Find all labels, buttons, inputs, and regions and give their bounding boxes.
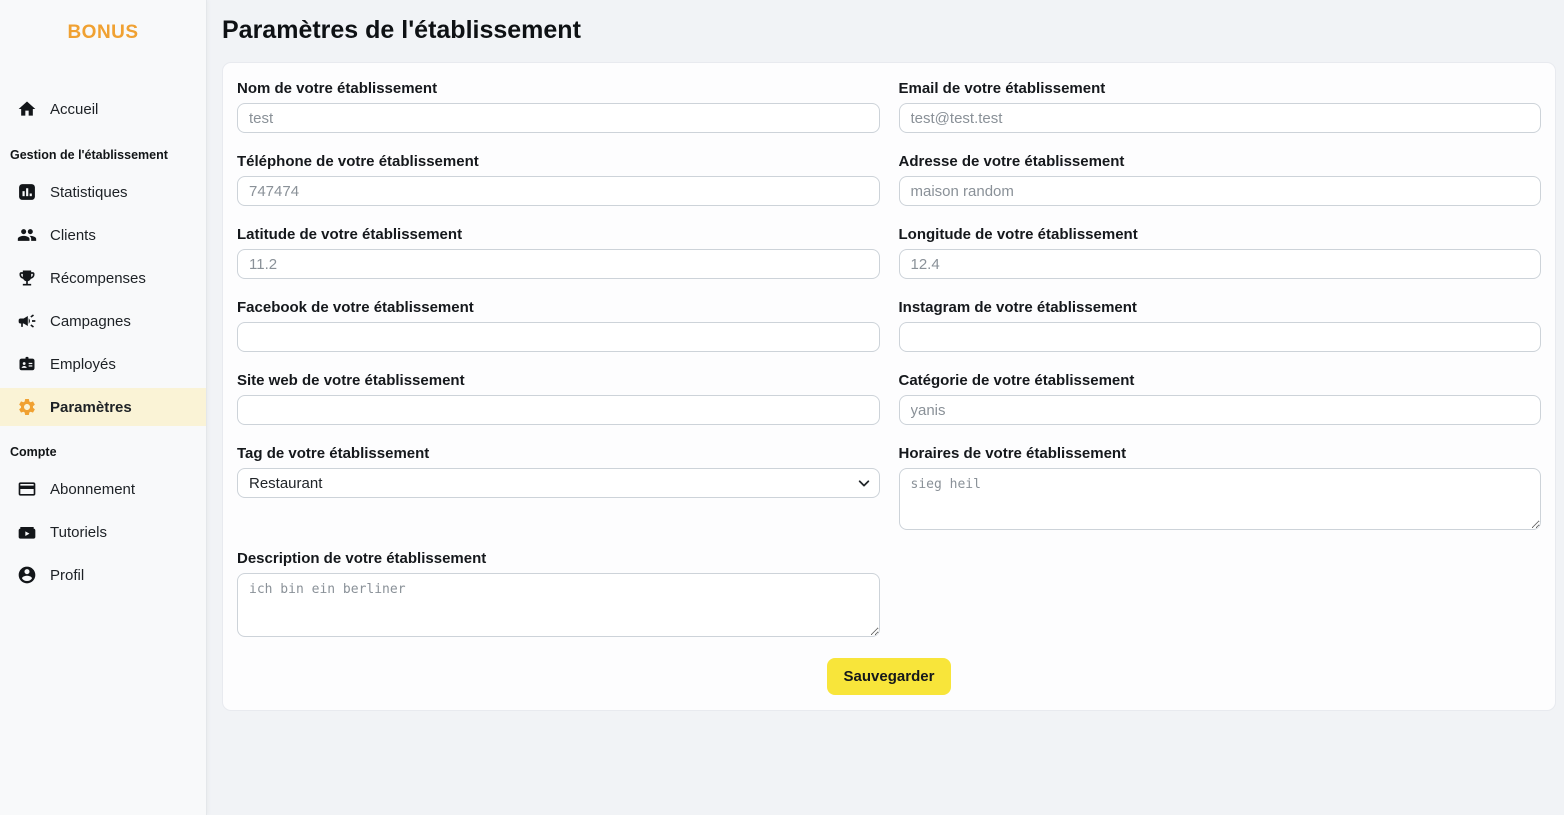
field-longitude: Longitude de votre établissement [899,226,1542,279]
facebook-label: Facebook de votre établissement [237,299,880,316]
description-label: Description de votre établissement [237,550,880,567]
sidebar-item-label: Statistiques [50,184,128,201]
sidebar-item-label: Abonnement [50,481,135,498]
latitude-input[interactable] [237,249,880,279]
megaphone-icon [17,311,37,331]
instagram-input[interactable] [899,322,1542,352]
hours-textarea[interactable] [899,468,1542,530]
sidebar-item-parametres[interactable]: Paramètres [0,388,206,426]
tag-label: Tag de votre établissement [237,445,880,462]
name-input[interactable] [237,103,880,133]
latitude-label: Latitude de votre établissement [237,226,880,243]
main-content: Paramètres de l'établissement Nom de vot… [207,0,1564,815]
establishment-settings-form: Nom de votre établissement Email de votr… [237,80,1541,695]
sidebar-item-label: Employés [50,356,116,373]
description-textarea[interactable] [237,573,880,637]
sidebar-item-statistiques[interactable]: Statistiques [0,173,206,211]
trophy-icon [17,268,37,288]
sidebar-item-label: Récompenses [50,270,146,287]
website-input[interactable] [237,395,880,425]
sidebar: BONUS Accueil Gestion de l'établissement… [0,0,207,815]
field-instagram: Instagram de votre établissement [899,299,1542,352]
facebook-input[interactable] [237,322,880,352]
email-input[interactable] [899,103,1542,133]
sidebar-item-abonnement[interactable]: Abonnement [0,470,206,508]
sidebar-item-label: Clients [50,227,96,244]
field-tag: Tag de votre établissement Restaurant [237,445,880,530]
credit-card-icon [17,479,37,499]
sidebar-item-label: Tutoriels [50,524,107,541]
longitude-input[interactable] [899,249,1542,279]
sidebar-item-label: Campagnes [50,313,131,330]
sidebar-item-tutoriels[interactable]: Tutoriels [0,513,206,551]
category-label: Catégorie de votre établissement [899,372,1542,389]
hours-label: Horaires de votre établissement [899,445,1542,462]
sidebar-item-label: Accueil [50,101,98,118]
sidebar-item-label: Paramètres [50,399,132,416]
field-latitude: Latitude de votre établissement [237,226,880,279]
bar-chart-icon [17,182,37,202]
sidebar-item-employes[interactable]: Employés [0,345,206,383]
save-button[interactable]: Sauvegarder [827,658,952,695]
sidebar-item-profil[interactable]: Profil [0,556,206,594]
tag-select[interactable]: Restaurant [237,468,880,498]
longitude-label: Longitude de votre établissement [899,226,1542,243]
category-input[interactable] [899,395,1542,425]
field-description: Description de votre établissement [237,550,880,637]
field-facebook: Facebook de votre établissement [237,299,880,352]
sidebar-section-compte: Compte [0,439,206,465]
field-phone: Téléphone de votre établissement [237,153,880,206]
sidebar-item-clients[interactable]: Clients [0,216,206,254]
gear-icon [17,397,37,417]
brand-logo: BONUS [0,14,206,54]
sidebar-nav: Accueil Gestion de l'établissement Stati… [0,90,206,594]
field-name: Nom de votre établissement [237,80,880,133]
phone-input[interactable] [237,176,880,206]
name-label: Nom de votre établissement [237,80,880,97]
people-icon [17,225,37,245]
field-email: Email de votre établissement [899,80,1542,133]
button-row: Sauvegarder [237,657,1541,695]
sidebar-item-recompenses[interactable]: Récompenses [0,259,206,297]
sidebar-section-gestion: Gestion de l'établissement [0,142,206,168]
instagram-label: Instagram de votre établissement [899,299,1542,316]
sidebar-item-campagnes[interactable]: Campagnes [0,302,206,340]
badge-icon [17,354,37,374]
page-title: Paramètres de l'établissement [222,16,1556,45]
address-input[interactable] [899,176,1542,206]
settings-card: Nom de votre établissement Email de votr… [222,62,1556,711]
field-address: Adresse de votre établissement [899,153,1542,206]
field-category: Catégorie de votre établissement [899,372,1542,425]
home-icon [17,99,37,119]
field-website: Site web de votre établissement [237,372,880,425]
sidebar-item-accueil[interactable]: Accueil [0,90,206,128]
empty-cell [899,550,1542,637]
address-label: Adresse de votre établissement [899,153,1542,170]
website-label: Site web de votre établissement [237,372,880,389]
field-hours: Horaires de votre établissement [899,445,1542,530]
email-label: Email de votre établissement [899,80,1542,97]
phone-label: Téléphone de votre établissement [237,153,880,170]
video-box-icon [17,522,37,542]
person-circle-icon [17,565,37,585]
sidebar-item-label: Profil [50,567,84,584]
